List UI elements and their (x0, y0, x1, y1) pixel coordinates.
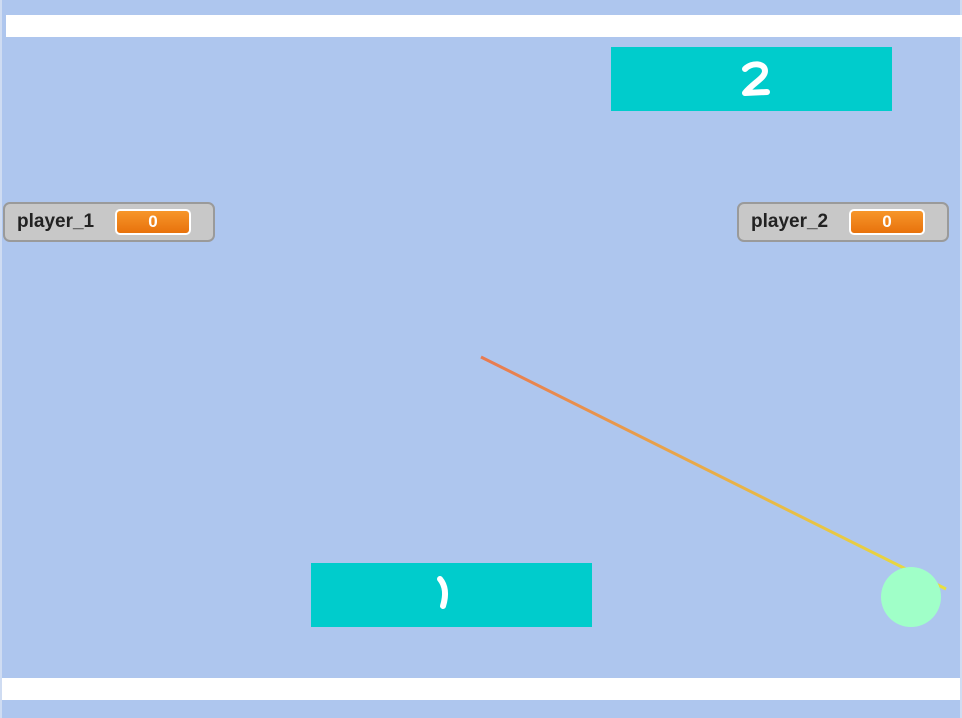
pen-trail (480, 355, 947, 591)
game-stage[interactable]: 2 1 player_1 0 player_2 0 (0, 0, 962, 718)
trail-layer (480, 355, 947, 627)
ball-icon[interactable] (881, 567, 941, 627)
